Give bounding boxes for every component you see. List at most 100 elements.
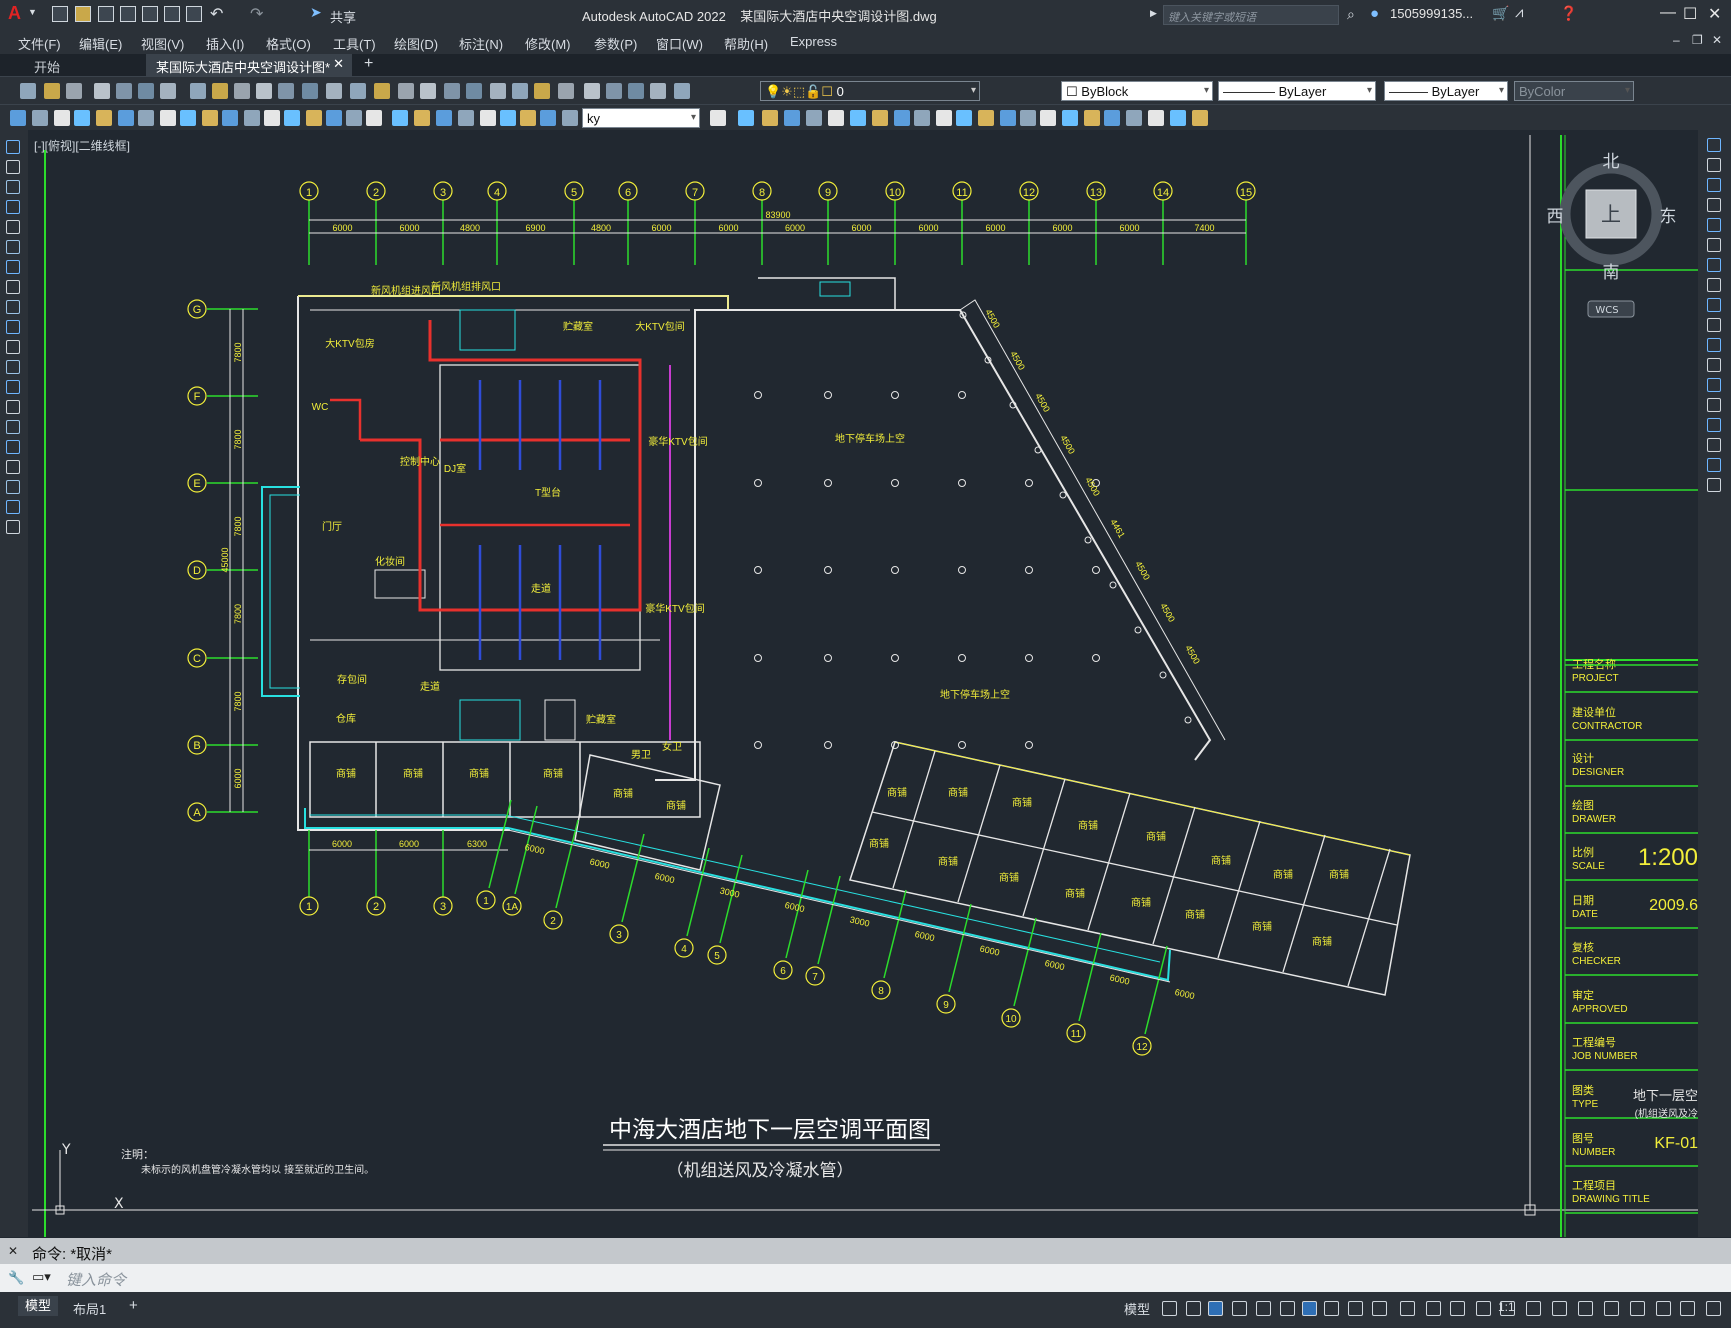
- isodraft-icon[interactable]: [1256, 1301, 1271, 1316]
- customize-icon[interactable]: [1706, 1301, 1721, 1316]
- quickcalc-icon[interactable]: [606, 83, 622, 99]
- markup-icon[interactable]: [584, 83, 600, 99]
- menu-insert[interactable]: 插入(I): [206, 34, 244, 53]
- layer-properties-icon[interactable]: [650, 83, 666, 99]
- new-icon[interactable]: [52, 6, 68, 22]
- transparency-icon[interactable]: [1348, 1301, 1363, 1316]
- annotation-scale-value[interactable]: 1:1: [1498, 1300, 1515, 1314]
- share-icon[interactable]: ➤: [310, 4, 322, 21]
- plotstyle-combo[interactable]: ByColor ▾: [1514, 81, 1634, 101]
- menu-tools[interactable]: 工具(T): [333, 34, 376, 53]
- viewcube-south[interactable]: 南: [1603, 263, 1620, 283]
- dynamic-ucs-icon[interactable]: [1400, 1301, 1415, 1316]
- mirror-icon[interactable]: [762, 110, 778, 126]
- rotate-modify-icon[interactable]: [1707, 258, 1721, 272]
- app-menu-chevron-icon[interactable]: ▼: [28, 7, 37, 17]
- offset-icon[interactable]: [784, 110, 800, 126]
- offset-modify-icon[interactable]: [1707, 198, 1721, 212]
- ellipse-arc-tool-icon[interactable]: [6, 320, 20, 334]
- menu-dimension[interactable]: 标注(N): [459, 34, 503, 53]
- qleader-icon[interactable]: [562, 110, 578, 126]
- undo-icon[interactable]: [302, 83, 318, 99]
- linetype-combo[interactable]: ———— ByLayer ▾: [1218, 81, 1376, 101]
- color-combo[interactable]: ☐ ByBlock ▾: [1061, 81, 1213, 101]
- vp5-icon[interactable]: [1170, 110, 1186, 126]
- viewcube-east[interactable]: 东: [1660, 207, 1677, 227]
- zoom-previous-icon[interactable]: [466, 83, 482, 99]
- menu-view[interactable]: 视图(V): [141, 34, 184, 53]
- dimstyle-icon[interactable]: [458, 110, 474, 126]
- doc-restore-icon[interactable]: –: [1673, 33, 1680, 47]
- baseline-icon[interactable]: [202, 110, 218, 126]
- redo-icon[interactable]: ↷: [250, 4, 263, 24]
- text-style-combo[interactable]: ky ▾: [582, 108, 700, 128]
- trim-modify-icon[interactable]: [1707, 318, 1721, 332]
- menu-window[interactable]: 窗口(W): [656, 34, 703, 53]
- tolerance-icon[interactable]: [284, 110, 300, 126]
- tab-drawing[interactable]: 某国际大酒店中央空调设计图* ✕: [146, 54, 352, 76]
- preview-icon[interactable]: [116, 83, 132, 99]
- save-web-icon[interactable]: [164, 6, 180, 22]
- block-icon[interactable]: [278, 83, 294, 99]
- extend-icon[interactable]: [936, 110, 952, 126]
- new-tab-icon[interactable]: +: [364, 55, 373, 73]
- mleader-style-icon[interactable]: [520, 110, 536, 126]
- command-input[interactable]: 键入命令: [66, 1269, 126, 1290]
- save-as-icon[interactable]: [120, 6, 136, 22]
- make-block-tool-icon[interactable]: [6, 360, 20, 374]
- redo-drop-icon[interactable]: [374, 83, 390, 99]
- save-icon[interactable]: [98, 6, 114, 22]
- 3dprint-icon[interactable]: [160, 83, 176, 99]
- isolate-icon[interactable]: [1630, 1301, 1645, 1316]
- tab-start[interactable]: 开始: [24, 54, 146, 76]
- auto-scale-icon[interactable]: [1450, 1301, 1465, 1316]
- point-tool-icon[interactable]: [6, 380, 20, 394]
- annotation-monitor-icon[interactable]: [1526, 1301, 1541, 1316]
- menu-modify[interactable]: 修改(M): [525, 34, 571, 53]
- tool-palettes-icon[interactable]: [534, 83, 550, 99]
- blend-modify-icon[interactable]: [1707, 458, 1721, 472]
- aligned-dim-icon[interactable]: [32, 110, 48, 126]
- quick-dim-icon[interactable]: [180, 110, 196, 126]
- sheet-set-icon[interactable]: [558, 83, 574, 99]
- selection-cycling-icon[interactable]: [1372, 1301, 1387, 1316]
- cad-drawing[interactable]: [-][俯视][二维线框] 1 2 3 4 5 6 7 8 9 10 11 12 13 14 1583900…: [28, 130, 1698, 1237]
- cart-icon[interactable]: 🛒: [1492, 5, 1509, 22]
- add-layout-icon[interactable]: +: [129, 1297, 138, 1314]
- angular-icon[interactable]: [160, 110, 176, 126]
- undo-drop-icon[interactable]: [326, 83, 342, 99]
- table-tool-icon[interactable]: [6, 460, 20, 474]
- chamfer-icon[interactable]: [1000, 110, 1016, 126]
- viewcube-north[interactable]: 北: [1603, 152, 1620, 172]
- break-point-icon[interactable]: [956, 110, 972, 126]
- maximize-icon[interactable]: ☐: [1683, 4, 1697, 24]
- copy-obj-icon[interactable]: [738, 110, 754, 126]
- drawing-area[interactable]: [-][俯视][二维线框] 1 2 3 4 5 6 7 8 9 10 11 12 13 14 15 83900…: [28, 130, 1698, 1237]
- hardware-accel-icon[interactable]: [1656, 1301, 1671, 1316]
- zoom-window-icon[interactable]: [444, 83, 460, 99]
- chamfer-modify-icon[interactable]: [1707, 418, 1721, 432]
- vp-icon[interactable]: [1084, 110, 1100, 126]
- insert-block-tool-icon[interactable]: [6, 340, 20, 354]
- quick-properties-icon[interactable]: [1578, 1301, 1593, 1316]
- share-button[interactable]: 共享: [330, 7, 356, 26]
- vp2-icon[interactable]: [1104, 110, 1120, 126]
- lineweight-icon[interactable]: [1324, 1301, 1339, 1316]
- command-customize-icon[interactable]: 🔧: [8, 1270, 24, 1286]
- doc-maximize-icon[interactable]: ❐: [1692, 33, 1703, 47]
- ordinate-icon[interactable]: [74, 110, 90, 126]
- trim-icon[interactable]: [914, 110, 930, 126]
- osnap-tracking-icon[interactable]: [1280, 1301, 1295, 1316]
- command-prompt-icon[interactable]: ▭▾: [32, 1269, 51, 1285]
- vp6-icon[interactable]: [1192, 110, 1208, 126]
- break-icon[interactable]: [264, 110, 280, 126]
- zoom-realtime-icon[interactable]: [420, 83, 436, 99]
- spline-tool-icon[interactable]: [6, 280, 20, 294]
- cut-icon[interactable]: [190, 83, 206, 99]
- line-tool-icon[interactable]: [6, 140, 20, 154]
- viewcube-west[interactable]: 西: [1547, 207, 1564, 227]
- blend-icon[interactable]: [1040, 110, 1056, 126]
- copy-icon[interactable]: [212, 83, 228, 99]
- search-expand-icon[interactable]: ▶: [1150, 8, 1157, 19]
- redo-icon[interactable]: [350, 83, 366, 99]
